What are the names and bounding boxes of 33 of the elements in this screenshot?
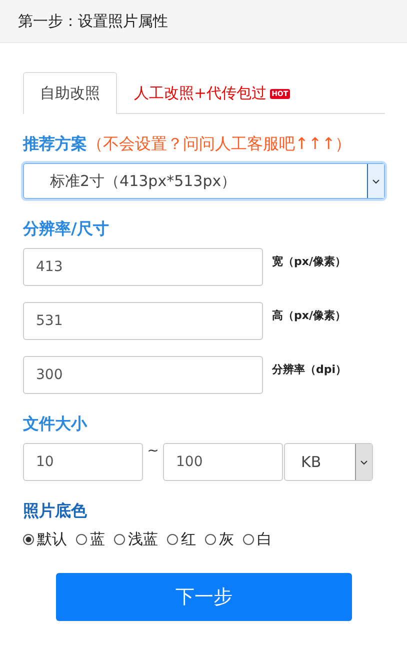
radio-option[interactable]: 浅蓝 (114, 530, 158, 549)
input-field[interactable]: 300 (23, 356, 263, 394)
radio-option[interactable]: 灰 (205, 530, 234, 549)
input-field[interactable]: 413 (23, 248, 263, 286)
unit-select[interactable]: KB (284, 443, 373, 481)
radio-icon[interactable] (23, 534, 34, 545)
section-label: 文件大小 (23, 414, 87, 433)
radio-icon[interactable] (243, 534, 254, 545)
radio-icon[interactable] (167, 534, 178, 545)
input-field[interactable]: 531 (23, 302, 263, 340)
unit-label: 高（px/像素） (272, 308, 346, 323)
section-label: 推荐方案 (23, 134, 87, 153)
radio-option[interactable]: 默认 (23, 530, 67, 549)
unit-label: 分辨率（dpi） (272, 362, 347, 377)
page-title: 第一步：设置照片属性 (18, 12, 168, 30)
input-field[interactable]: 100 (163, 443, 283, 481)
plan-select[interactable]: 标准2寸（413px*513px） (23, 163, 385, 199)
radio-option[interactable]: 白 (243, 530, 272, 549)
radio-icon[interactable] (114, 534, 125, 545)
section-label: 照片底色 (23, 501, 87, 520)
section-label: 分辨率/尺寸 (23, 219, 109, 238)
help-hint: （不会设置？问问人工客服吧↑↑↑） (87, 134, 352, 153)
range-separator: ~ (146, 443, 160, 459)
input-field[interactable]: 10 (23, 443, 143, 481)
radio-icon[interactable] (76, 534, 87, 545)
next-button[interactable]: 下一步 (56, 573, 352, 621)
caret-icon (367, 164, 384, 198)
unit-label: 宽（px/像素） (272, 254, 346, 269)
radio-option[interactable]: 蓝 (76, 530, 105, 549)
radio-option[interactable]: 红 (167, 530, 196, 549)
caret-icon (355, 444, 372, 480)
tab[interactable]: 自助改照 (23, 72, 117, 114)
radio-icon[interactable] (205, 534, 216, 545)
